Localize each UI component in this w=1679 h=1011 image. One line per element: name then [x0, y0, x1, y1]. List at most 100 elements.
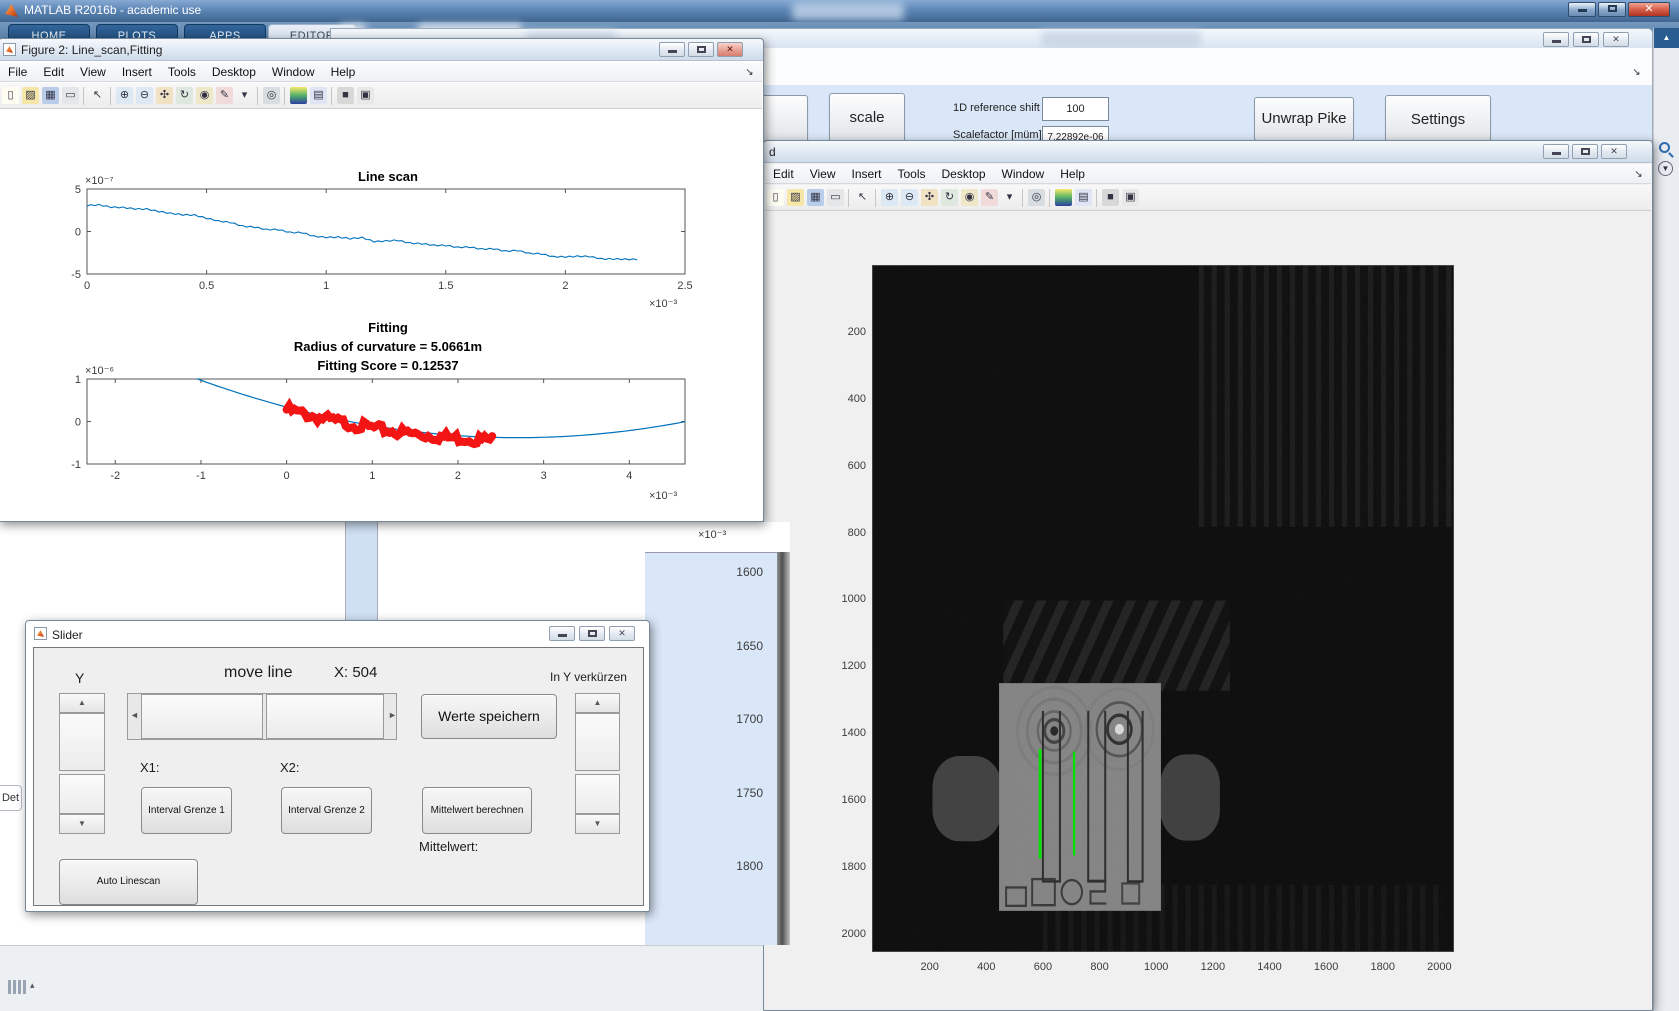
menu-item-help[interactable]: Help [1052, 164, 1093, 181]
menu-item-view[interactable]: View [72, 62, 114, 79]
save-icon[interactable]: ▦ [42, 87, 59, 104]
main-minimize-button[interactable] [1568, 2, 1596, 17]
bgwin-close-button[interactable]: ✕ [1603, 32, 1629, 47]
mittelwert-berechnen-button[interactable]: Mittelwert berechnen [422, 787, 532, 834]
menu-item-window[interactable]: Window [264, 62, 323, 79]
werte-speichern-button[interactable]: Werte speichern [421, 694, 557, 739]
dock-arrow-icon[interactable]: ↘ [1630, 66, 1643, 79]
toggle-b-icon[interactable]: ▣ [357, 87, 374, 104]
menu-item-insert[interactable]: Insert [843, 164, 889, 181]
hologram-image[interactable] [873, 266, 1453, 951]
shorten-slider-down-button[interactable]: ▼ [575, 814, 620, 834]
data-cursor-icon[interactable]: ◉ [961, 189, 978, 206]
slider-restore-button[interactable] [579, 626, 605, 641]
svg-text:4: 4 [626, 470, 632, 482]
menu-item-tools[interactable]: Tools [160, 62, 204, 79]
bgwin-minimize-button[interactable] [1543, 32, 1569, 47]
print-icon[interactable]: ▭ [827, 189, 844, 206]
dropdown-arrow-icon[interactable]: ▾ [236, 87, 253, 104]
dock-arrow-icon[interactable]: ↘ [743, 66, 756, 79]
imgwin-close-button[interactable]: ✕ [1601, 144, 1627, 159]
background-ytick-label: 1700 [645, 712, 763, 726]
y-slider-track[interactable] [59, 774, 105, 814]
brush-icon[interactable]: ✎ [216, 87, 233, 104]
slider-left-arrow-icon[interactable]: ◄ [130, 710, 139, 720]
legend-icon[interactable]: ▤ [1075, 189, 1092, 206]
pan-hand-icon[interactable]: ✣ [921, 189, 938, 206]
unwrap-pike-button[interactable]: Unwrap Pike [1254, 97, 1354, 141]
menu-item-insert[interactable]: Insert [114, 62, 160, 79]
main-restore-button[interactable] [1598, 2, 1626, 17]
zoom-in-icon[interactable]: ⊕ [881, 189, 898, 206]
menu-item-file[interactable]: File [0, 62, 35, 79]
dropdown-arrow-icon[interactable]: ▾ [1001, 189, 1018, 206]
pan-hand-icon[interactable]: ✣ [156, 87, 173, 104]
bgwin-restore-button[interactable] [1573, 32, 1599, 47]
sidebar-collapse-button[interactable]: ▲ [1654, 28, 1679, 48]
menu-item-edit[interactable]: Edit [35, 62, 72, 79]
search-icon[interactable] [1659, 142, 1670, 153]
linescan-plot[interactable]: 00.511.522.5-505 [47, 177, 707, 303]
scale-button[interactable]: scale [829, 93, 905, 143]
slider-minimize-button[interactable] [549, 626, 575, 641]
toggle-b-icon[interactable]: ▣ [1122, 189, 1139, 206]
open-file-icon[interactable]: ▨ [787, 189, 804, 206]
slider-thumb-right[interactable] [266, 694, 384, 739]
toggle-a-icon[interactable]: ■ [1102, 189, 1119, 206]
slider-right-arrow-icon[interactable]: ► [388, 710, 397, 720]
auto-linescan-button[interactable]: Auto Linescan [59, 859, 198, 905]
fig2-close-button[interactable]: ✕ [717, 42, 743, 57]
new-figure-icon[interactable]: ▯ [2, 87, 19, 104]
new-figure-icon[interactable]: ▯ [767, 189, 784, 206]
settings-button[interactable]: Settings [1385, 95, 1491, 145]
slider-close-button[interactable]: ✕ [609, 626, 635, 641]
y-slider-thumb[interactable] [59, 713, 105, 771]
legend-icon[interactable]: ▤ [310, 87, 327, 104]
brush-icon[interactable]: ✎ [981, 189, 998, 206]
y-slider-down-button[interactable]: ▼ [59, 814, 105, 834]
dock-arrow-icon[interactable]: ↘ [1632, 168, 1645, 181]
data-cursor-icon[interactable]: ◉ [196, 87, 213, 104]
ref-shift-input[interactable]: 100 [1042, 97, 1109, 121]
main-close-button[interactable]: ✕ [1628, 2, 1670, 17]
imgwin-restore-button[interactable] [1572, 144, 1598, 159]
fig2-restore-button[interactable] [688, 42, 714, 57]
zoom-out-icon[interactable]: ⊖ [901, 189, 918, 206]
menu-item-tools[interactable]: Tools [890, 164, 934, 181]
arrow-cursor-icon[interactable]: ↖ [89, 87, 106, 104]
menu-item-help[interactable]: Help [323, 62, 364, 79]
circled-chevron-icon[interactable]: ▼ [1658, 161, 1673, 176]
zoom-out-icon[interactable]: ⊖ [136, 87, 153, 104]
rotate-3d-icon[interactable]: ↻ [176, 87, 193, 104]
det-panel-tab[interactable]: Det [0, 785, 22, 811]
menu-item-window[interactable]: Window [994, 164, 1053, 181]
toggle-a-icon[interactable]: ■ [337, 87, 354, 104]
menu-item-desktop[interactable]: Desktop [204, 62, 264, 79]
shorten-slider-track[interactable] [575, 774, 620, 814]
rotate-3d-icon[interactable]: ↻ [941, 189, 958, 206]
open-file-icon[interactable]: ▨ [22, 87, 39, 104]
shorten-slider-up-button[interactable]: ▲ [575, 693, 620, 713]
colorbar-icon[interactable] [290, 87, 307, 104]
fig2-minimize-button[interactable] [659, 42, 685, 57]
interval-grenze2-button[interactable]: Interval Grenze 2 [281, 787, 372, 834]
menu-item-edit[interactable]: Edit [765, 164, 802, 181]
imgwin-minimize-button[interactable] [1543, 144, 1569, 159]
shorten-slider-thumb[interactable] [575, 713, 620, 771]
fitting-plot[interactable]: -2-101234-101 [47, 367, 707, 493]
link-plots-icon[interactable]: ◎ [263, 87, 280, 104]
mittelwert-label: Mittelwert: [419, 839, 478, 854]
print-icon[interactable]: ▭ [62, 87, 79, 104]
menu-item-view[interactable]: View [802, 164, 844, 181]
link-plots-icon[interactable]: ◎ [1028, 189, 1045, 206]
zoom-in-icon[interactable]: ⊕ [116, 87, 133, 104]
slider-thumb-left[interactable] [141, 694, 263, 739]
grip-collapse-icon[interactable]: ▴ [30, 980, 35, 991]
menu-item-desktop[interactable]: Desktop [934, 164, 994, 181]
arrow-cursor-icon[interactable]: ↖ [854, 189, 871, 206]
window-edge-strip[interactable] [777, 552, 790, 945]
interval-grenze1-button[interactable]: Interval Grenze 1 [141, 787, 232, 834]
save-icon[interactable]: ▦ [807, 189, 824, 206]
y-slider-up-button[interactable]: ▲ [59, 693, 105, 713]
colorbar-icon[interactable] [1055, 189, 1072, 206]
